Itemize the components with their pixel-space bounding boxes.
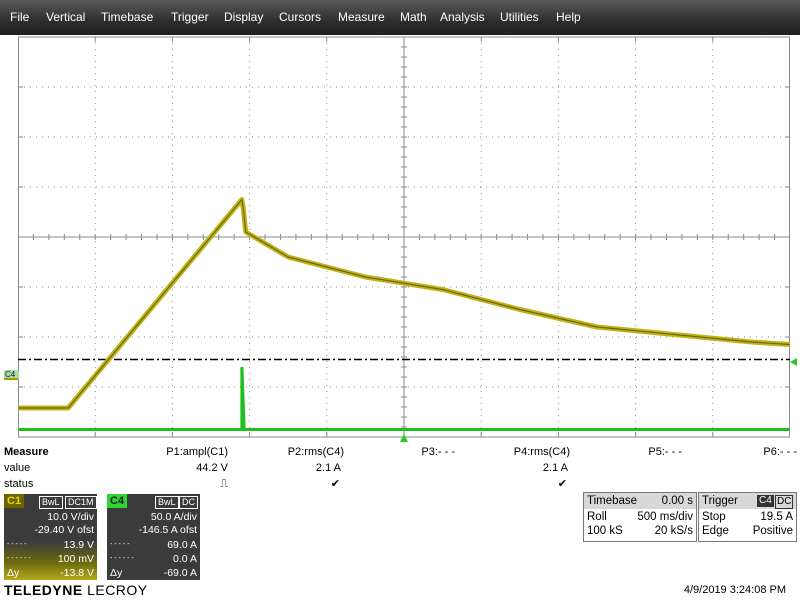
c1-marker-line xyxy=(4,378,18,380)
menu-math[interactable]: Math xyxy=(400,0,427,35)
trigger-panel[interactable]: Trigger C4 DC Stop 19.5 A Edge Positive xyxy=(698,492,797,542)
menu-analysis[interactable]: Analysis xyxy=(440,0,485,35)
timebase-rate: 20 kS/s xyxy=(654,525,693,537)
trigger-level: 19.5 A xyxy=(760,511,793,523)
p2-value: 2.1 A xyxy=(315,462,341,474)
channel-c1-panel[interactable]: C1 BwL DC1M 10.0 V/div -29.40 V ofst - -… xyxy=(4,494,97,580)
timebase-title: Timebase xyxy=(587,495,638,507)
menu-vertical[interactable]: Vertical xyxy=(46,0,85,35)
p2-status-check-icon: ✔ xyxy=(330,478,340,490)
c4-offset: -146.5 A ofst xyxy=(138,524,197,536)
menu-help[interactable]: Help xyxy=(556,0,581,35)
menu-file[interactable]: File xyxy=(10,0,29,35)
p4-name[interactable]: P4:rms(C4) xyxy=(514,446,570,458)
menu-timebase[interactable]: Timebase xyxy=(101,0,153,35)
c1-cursor2: 100 mV xyxy=(57,553,94,565)
menu-measure[interactable]: Measure xyxy=(338,0,385,35)
c1-label: C1 xyxy=(4,494,25,508)
c4-label: C4 xyxy=(107,494,128,508)
c1-cursor1: 13.9 V xyxy=(63,539,94,551)
c4-cursor2-icon: - - - - - - xyxy=(110,555,134,562)
c1-cursor1-icon: - - - - - xyxy=(7,541,27,548)
channel-c4-panel[interactable]: C4 BwL DC 50.0 A/div -146.5 A ofst - - -… xyxy=(107,494,200,580)
c4-cursor2: 0.0 A xyxy=(173,553,197,565)
c1-offset: -29.40 V ofst xyxy=(34,524,94,536)
trigger-slope: Positive xyxy=(752,525,793,537)
trigger-state: Stop xyxy=(702,511,726,523)
c4-cursor1: 69.0 A xyxy=(167,539,197,551)
menu-cursors[interactable]: Cursors xyxy=(279,0,321,35)
timebase-delay: 0.00 s xyxy=(661,495,693,507)
brand-part2: LECROY xyxy=(82,582,148,598)
trigger-title: Trigger xyxy=(702,495,738,507)
trigger-position-icon[interactable] xyxy=(400,434,408,442)
p1-value: 44.2 V xyxy=(196,462,228,474)
waveform-display[interactable] xyxy=(18,35,790,439)
c4-bw-badge: BwL xyxy=(155,496,179,509)
p6-name[interactable]: P6:- - - xyxy=(763,446,797,458)
c1-cursor2-icon: - - - - - - xyxy=(7,555,31,562)
measure-row-status-label: status xyxy=(4,478,34,490)
p4-status-check-icon: ✔ xyxy=(557,478,567,490)
trigger-level-icon[interactable] xyxy=(790,358,797,366)
trigger-channel-badge: C4 xyxy=(757,495,774,507)
c1-coupling-badge: DC1M xyxy=(65,496,97,509)
c1-dy-label: Δy xyxy=(7,567,20,579)
c4-dy-label: Δy xyxy=(110,567,123,579)
timebase-panel[interactable]: Timebase 0.00 s Roll 500 ms/div 100 kS 2… xyxy=(583,492,697,542)
measure-table[interactable]: Measure value status P1:ampl(C1) 44.2 V … xyxy=(0,444,800,492)
p4-value: 2.1 A xyxy=(542,462,568,474)
c4-coupling-badge: DC xyxy=(179,496,198,509)
c4-vdiv: 50.0 A/div xyxy=(150,511,197,523)
c1-dy: -13.8 V xyxy=(60,567,94,579)
datetime: 4/9/2019 3:24:08 PM xyxy=(683,584,786,596)
p1-status: ⎍ xyxy=(220,478,228,490)
p2-name[interactable]: P2:rms(C4) xyxy=(288,446,344,458)
menu-utilities[interactable]: Utilities xyxy=(500,0,539,35)
menu-display[interactable]: Display xyxy=(224,0,263,35)
c4-dy: -69.0 A xyxy=(163,567,197,579)
menu-bar: File Vertical Timebase Trigger Display Cursor… xyxy=(0,0,800,35)
p3-name[interactable]: P3:- - - xyxy=(421,446,455,458)
timebase-samples: 100 kS xyxy=(587,525,623,537)
brand-logo: TELEDYNE LECROY xyxy=(4,582,148,598)
p5-name[interactable]: P5:- - - xyxy=(648,446,682,458)
c4-cursor1-icon: - - - - - xyxy=(110,541,130,548)
menu-trigger[interactable]: Trigger xyxy=(171,0,209,35)
waveform-grid xyxy=(18,36,790,438)
measure-title: Measure xyxy=(4,446,49,458)
brand-part1: TELEDYNE xyxy=(4,582,83,598)
timebase-mode: Roll xyxy=(587,511,607,523)
measure-row-value-label: value xyxy=(4,462,31,474)
trigger-type: Edge xyxy=(702,525,729,537)
c1-vdiv: 10.0 V/div xyxy=(47,511,94,523)
trigger-coupling-badge: DC xyxy=(775,495,794,509)
timebase-tdiv: 500 ms/div xyxy=(637,511,693,523)
p1-name[interactable]: P1:ampl(C1) xyxy=(166,446,228,458)
c1-bw-badge: BwL xyxy=(39,496,63,509)
